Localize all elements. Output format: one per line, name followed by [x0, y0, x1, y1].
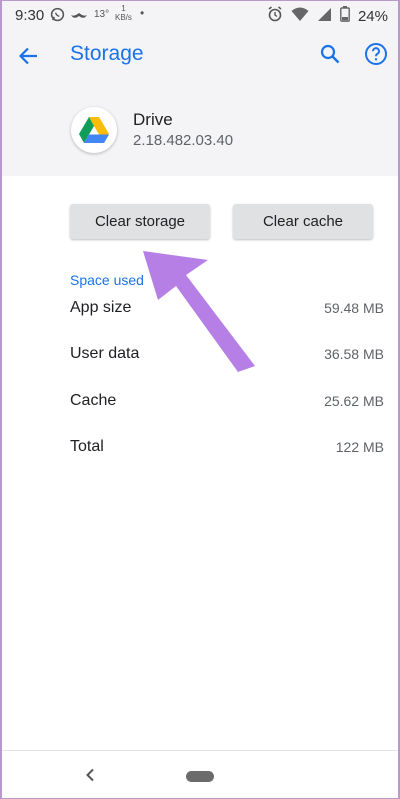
annotation-arrow [143, 251, 255, 372]
nav-back-button[interactable] [80, 763, 100, 787]
system-nav-bar [0, 750, 400, 799]
nav-home-pill[interactable] [186, 771, 214, 782]
chevron-left-icon [86, 768, 94, 782]
